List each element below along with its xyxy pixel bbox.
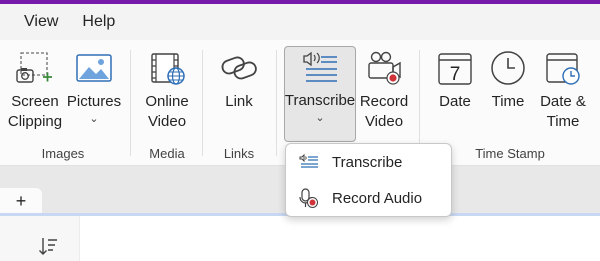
transcribe-icon <box>300 47 340 87</box>
menu-item-transcribe[interactable]: Transcribe <box>286 146 451 178</box>
menu-item-record-audio-label: Record Audio <box>332 189 423 207</box>
add-section-button[interactable]: + <box>0 188 42 214</box>
online-video-icon <box>147 48 187 88</box>
transcribe-label: Transcribe <box>284 92 356 109</box>
screen-clipping-button[interactable]: Screen Clipping <box>4 48 66 146</box>
group-separator <box>130 50 131 156</box>
page-content-area <box>0 216 600 261</box>
link-icon <box>219 48 259 88</box>
link-button[interactable]: Link <box>210 48 268 146</box>
calendar-day-number: 7 <box>450 64 461 85</box>
record-video-label-2: Video <box>364 113 404 130</box>
transcribe-button[interactable]: Transcribe ⌄ <box>284 46 356 142</box>
screen-clipping-icon <box>15 48 55 88</box>
group-separator <box>202 50 203 156</box>
pictures-button[interactable]: Pictures ⌄ <box>66 48 122 146</box>
menu-help[interactable]: Help <box>70 9 127 35</box>
picture-icon <box>74 48 114 88</box>
group-media-label: Media <box>149 146 185 161</box>
time-label: Time <box>491 93 525 110</box>
link-label: Link <box>225 93 253 110</box>
time-button[interactable]: Time <box>484 48 532 146</box>
clock-icon <box>488 48 528 88</box>
menu-view[interactable]: View <box>12 9 70 35</box>
record-video-label-1: Record <box>359 93 409 110</box>
menu-bar: View Help <box>0 4 600 40</box>
group-images-label: Images <box>41 146 85 161</box>
calendar-clock-icon <box>543 48 583 88</box>
group-separator <box>419 50 420 156</box>
calendar-icon: 7 <box>435 48 475 88</box>
date-label: Date <box>439 93 471 110</box>
group-links-label: Links <box>223 146 255 161</box>
group-separator <box>276 50 277 156</box>
date-time-button[interactable]: Date & Time <box>536 48 590 146</box>
online-video-label-1: Online <box>145 93 189 110</box>
transcribe-icon <box>286 153 332 171</box>
page-list-pane <box>0 216 80 261</box>
date-time-label-1: Date & <box>540 93 586 110</box>
record-video-button[interactable]: Record Video <box>358 48 410 146</box>
sort-icon[interactable] <box>38 236 58 261</box>
date-time-label-2: Time <box>546 113 580 130</box>
menu-item-record-audio[interactable]: Record Audio <box>286 182 451 214</box>
online-video-button[interactable]: Online Video <box>138 48 196 146</box>
pictures-label: Pictures <box>66 93 122 110</box>
record-video-icon <box>364 48 404 88</box>
date-button[interactable]: 7 Date <box>430 48 480 146</box>
transcribe-dropdown-menu: Transcribe Record Audio <box>285 143 452 217</box>
chevron-down-icon: ⌄ <box>89 113 99 125</box>
online-video-label-2: Video <box>147 113 187 130</box>
menu-item-transcribe-label: Transcribe <box>332 153 403 171</box>
group-time-stamp-label: Time Stamp <box>475 146 545 161</box>
screen-clipping-label-1: Screen <box>11 93 59 110</box>
chevron-down-icon: ⌄ <box>315 112 325 124</box>
screen-clipping-label-2: Clipping <box>7 113 63 130</box>
record-audio-icon <box>286 187 332 209</box>
